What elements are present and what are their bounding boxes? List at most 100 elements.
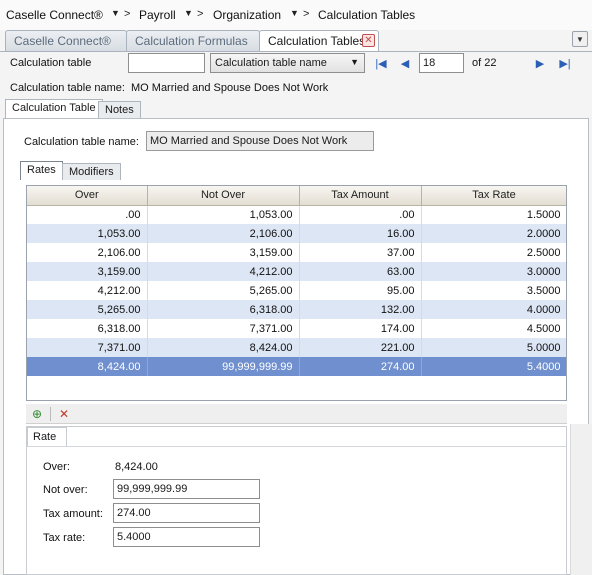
table-row[interactable]: 6,318.00 7,371.00 174.00 4.5000 <box>27 319 566 338</box>
first-record-icon[interactable]: |◀ <box>373 56 389 72</box>
tab-calculation-tables[interactable]: Calculation Tables ✕ <box>259 30 379 52</box>
cell-tax-amount: 221.00 <box>299 338 422 357</box>
record-total: of 22 <box>472 57 497 69</box>
table-row[interactable]: 3,159.00 4,212.00 63.00 3.0000 <box>27 262 566 281</box>
breadcrumb-item-caselle-connect[interactable]: Caselle Connect® <box>6 8 103 22</box>
cell-tax-amount: .00 <box>299 205 422 224</box>
lookup-field-select[interactable]: Calculation table name ▼ <box>210 53 365 73</box>
chevron-down-icon[interactable]: ▼ <box>290 8 299 18</box>
table-row[interactable]: 4,212.00 5,265.00 95.00 3.5000 <box>27 281 566 300</box>
cell-not-over: 6,318.00 <box>147 300 300 319</box>
breadcrumb-item-payroll[interactable]: Payroll <box>139 8 176 22</box>
rates-grid[interactable]: Over Not Over Tax Amount Tax Rate .00 1,… <box>26 185 567 401</box>
cell-tax-rate: 2.0000 <box>421 224 566 243</box>
cell-over: 2,106.00 <box>27 243 148 262</box>
tab-label: Rate <box>33 431 57 443</box>
cell-not-over: 7,371.00 <box>147 319 300 338</box>
cell-tax-rate: 2.5000 <box>421 243 566 262</box>
tab-notes[interactable]: Notes <box>98 101 141 118</box>
cell-not-over: 4,212.00 <box>147 262 300 281</box>
chevron-down-icon: ▼ <box>350 57 359 67</box>
breadcrumb-item-calculation-tables[interactable]: Calculation Tables <box>318 8 415 22</box>
tab-label: Calculation Tables <box>268 34 366 48</box>
cell-over: 8,424.00 <box>27 357 148 376</box>
table-row[interactable]: 2,106.00 3,159.00 37.00 2.5000 <box>27 243 566 262</box>
divider <box>0 51 592 52</box>
cell-tax-rate: 1.5000 <box>421 205 566 224</box>
tab-list-dropdown-icon[interactable]: ▼ <box>572 31 588 47</box>
previous-record-icon[interactable]: ◀ <box>397 56 413 72</box>
cell-tax-amount: 16.00 <box>299 224 422 243</box>
column-header-over[interactable]: Over <box>27 186 148 206</box>
not-over-label: Not over: <box>43 484 88 496</box>
chevron-down-icon[interactable]: ▼ <box>111 8 120 18</box>
divider <box>27 446 566 447</box>
cell-tax-amount: 95.00 <box>299 281 422 300</box>
tab-rates[interactable]: Rates <box>20 161 63 180</box>
header-name-label: Calculation table name: <box>10 82 125 94</box>
over-value: 8,424.00 <box>115 461 158 473</box>
tax-amount-input[interactable]: 274.00 <box>113 503 260 523</box>
form-name-field[interactable]: MO Married and Spouse Does Not Work <box>146 131 374 151</box>
form-name-label: Calculation table name: <box>24 136 139 148</box>
cell-not-over: 1,053.00 <box>147 205 300 224</box>
cell-not-over: 5,265.00 <box>147 281 300 300</box>
cell-not-over: 8,424.00 <box>147 338 300 357</box>
cell-not-over: 3,159.00 <box>147 243 300 262</box>
cell-not-over: 2,106.00 <box>147 224 300 243</box>
tab-label: Calculation Table <box>12 102 96 114</box>
cell-tax-amount: 37.00 <box>299 243 422 262</box>
breadcrumb-separator: > <box>124 8 131 20</box>
column-header-tax-rate[interactable]: Tax Rate <box>421 186 566 206</box>
tab-calculation-formulas[interactable]: Calculation Formulas <box>126 30 260 51</box>
cell-not-over: 99,999,999.99 <box>147 357 300 376</box>
delete-row-icon[interactable]: ✕ <box>57 407 71 421</box>
cell-tax-rate: 4.5000 <box>421 319 566 338</box>
cell-tax-amount: 274.00 <box>299 357 422 376</box>
vertical-scrollbar[interactable] <box>570 424 592 575</box>
cell-tax-rate: 3.0000 <box>421 262 566 281</box>
document-tabs: Caselle Connect® Calculation Formulas Ca… <box>0 30 592 52</box>
tab-caselle-connect[interactable]: Caselle Connect® <box>5 30 127 51</box>
not-over-input[interactable]: 99,999,999.99 <box>113 479 260 499</box>
tab-rate[interactable]: Rate <box>27 427 68 447</box>
last-record-icon[interactable]: ▶| <box>557 56 573 72</box>
cell-over: .00 <box>27 205 148 224</box>
column-header-tax-amount[interactable]: Tax Amount <box>299 186 422 206</box>
tab-label: Calculation Formulas <box>135 34 248 48</box>
breadcrumb: Caselle Connect® ▼ > Payroll ▼ > Organiz… <box>0 0 592 30</box>
tax-rate-label: Tax rate: <box>43 532 86 544</box>
table-row[interactable]: 1,053.00 2,106.00 16.00 2.0000 <box>27 224 566 243</box>
chevron-down-icon[interactable]: ▼ <box>184 8 193 18</box>
cell-over: 5,265.00 <box>27 300 148 319</box>
record-number-input[interactable]: 18 <box>419 53 464 73</box>
cell-over: 6,318.00 <box>27 319 148 338</box>
tab-label: Rates <box>27 164 56 176</box>
cell-tax-amount: 132.00 <box>299 300 422 319</box>
column-header-not-over[interactable]: Not Over <box>147 186 300 206</box>
tax-rate-input[interactable]: 5.4000 <box>113 527 260 547</box>
calc-table-label: Calculation table <box>10 57 92 69</box>
over-label: Over: <box>43 461 70 473</box>
header-name-value: MO Married and Spouse Does Not Work <box>131 82 329 94</box>
tax-amount-label: Tax amount: <box>43 508 103 520</box>
tab-modifiers[interactable]: Modifiers <box>62 163 121 180</box>
cell-over: 3,159.00 <box>27 262 148 281</box>
breadcrumb-item-organization[interactable]: Organization <box>213 8 281 22</box>
divider <box>50 407 51 421</box>
tab-calculation-table[interactable]: Calculation Table <box>5 99 103 118</box>
tab-label: Caselle Connect® <box>14 34 111 48</box>
table-row[interactable]: 5,265.00 6,318.00 132.00 4.0000 <box>27 300 566 319</box>
cell-tax-rate: 5.0000 <box>421 338 566 357</box>
table-row[interactable]: .00 1,053.00 .00 1.5000 <box>27 205 566 224</box>
next-record-icon[interactable]: ▶ <box>532 56 548 72</box>
add-row-icon[interactable]: ⊕ <box>30 407 44 421</box>
close-icon[interactable]: ✕ <box>362 34 375 47</box>
cell-over: 4,212.00 <box>27 281 148 300</box>
cell-tax-amount: 174.00 <box>299 319 422 338</box>
table-row[interactable]: 7,371.00 8,424.00 221.00 5.0000 <box>27 338 566 357</box>
rate-detail-panel <box>26 426 567 575</box>
calc-table-input[interactable] <box>128 53 205 73</box>
lookup-field-value: Calculation table name <box>215 57 327 69</box>
table-row-selected[interactable]: 8,424.00 99,999,999.99 274.00 5.4000 <box>27 357 566 376</box>
